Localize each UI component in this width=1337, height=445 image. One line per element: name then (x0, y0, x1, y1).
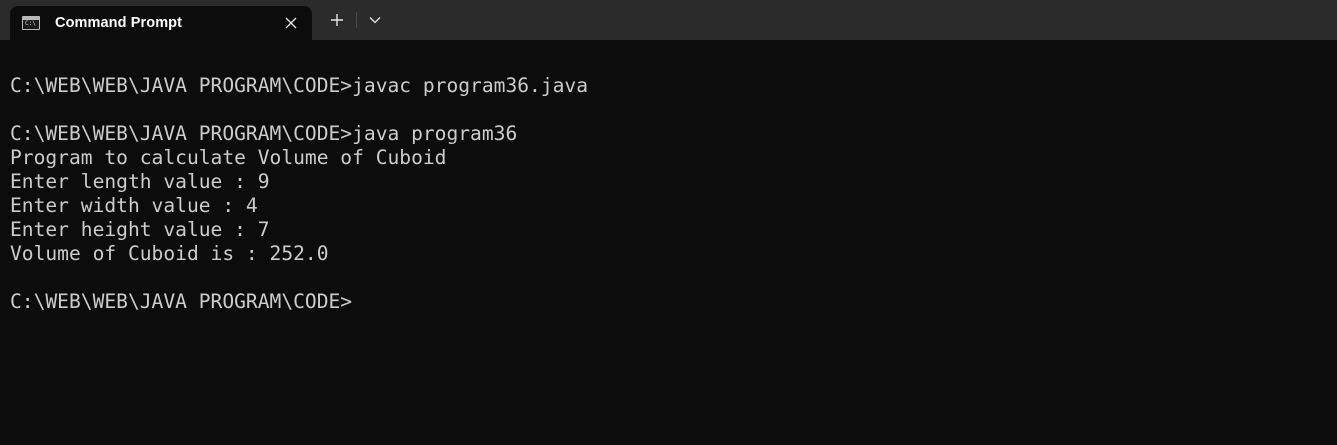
terminal-line: C:\WEB\WEB\JAVA PROGRAM\CODE>java progra… (10, 122, 518, 145)
tab-title: Command Prompt (55, 15, 183, 31)
terminal-line: Enter length value : 9 (10, 170, 270, 193)
tabbar-divider (356, 12, 357, 28)
tab-bar: C:\ Command Prompt (0, 0, 1337, 40)
close-tab-button[interactable] (282, 14, 300, 32)
console-icon: C:\ (22, 16, 40, 30)
plus-icon (331, 14, 343, 26)
profile-dropdown-button[interactable] (365, 10, 385, 30)
terminal-line: C:\WEB\WEB\JAVA PROGRAM\CODE> (10, 290, 353, 313)
terminal-line: Enter height value : 7 (10, 218, 270, 241)
terminal-line: Volume of Cuboid is : 252.0 (10, 242, 329, 265)
tab-command-prompt[interactable]: C:\ Command Prompt (10, 6, 312, 40)
new-tab-button[interactable] (326, 10, 348, 30)
close-icon (285, 17, 297, 29)
terminal-line: Enter width value : 4 (10, 194, 258, 217)
terminal-line: Program to calculate Volume of Cuboid (10, 146, 447, 169)
chevron-down-icon (369, 17, 381, 24)
terminal-window: C:\ Command Prompt C:\WEB\WEB\JAVA PROGR… (0, 0, 1337, 445)
terminal-output[interactable]: C:\WEB\WEB\JAVA PROGRAM\CODE>javac progr… (10, 74, 1337, 445)
terminal-line: C:\WEB\WEB\JAVA PROGRAM\CODE>javac progr… (10, 74, 589, 97)
